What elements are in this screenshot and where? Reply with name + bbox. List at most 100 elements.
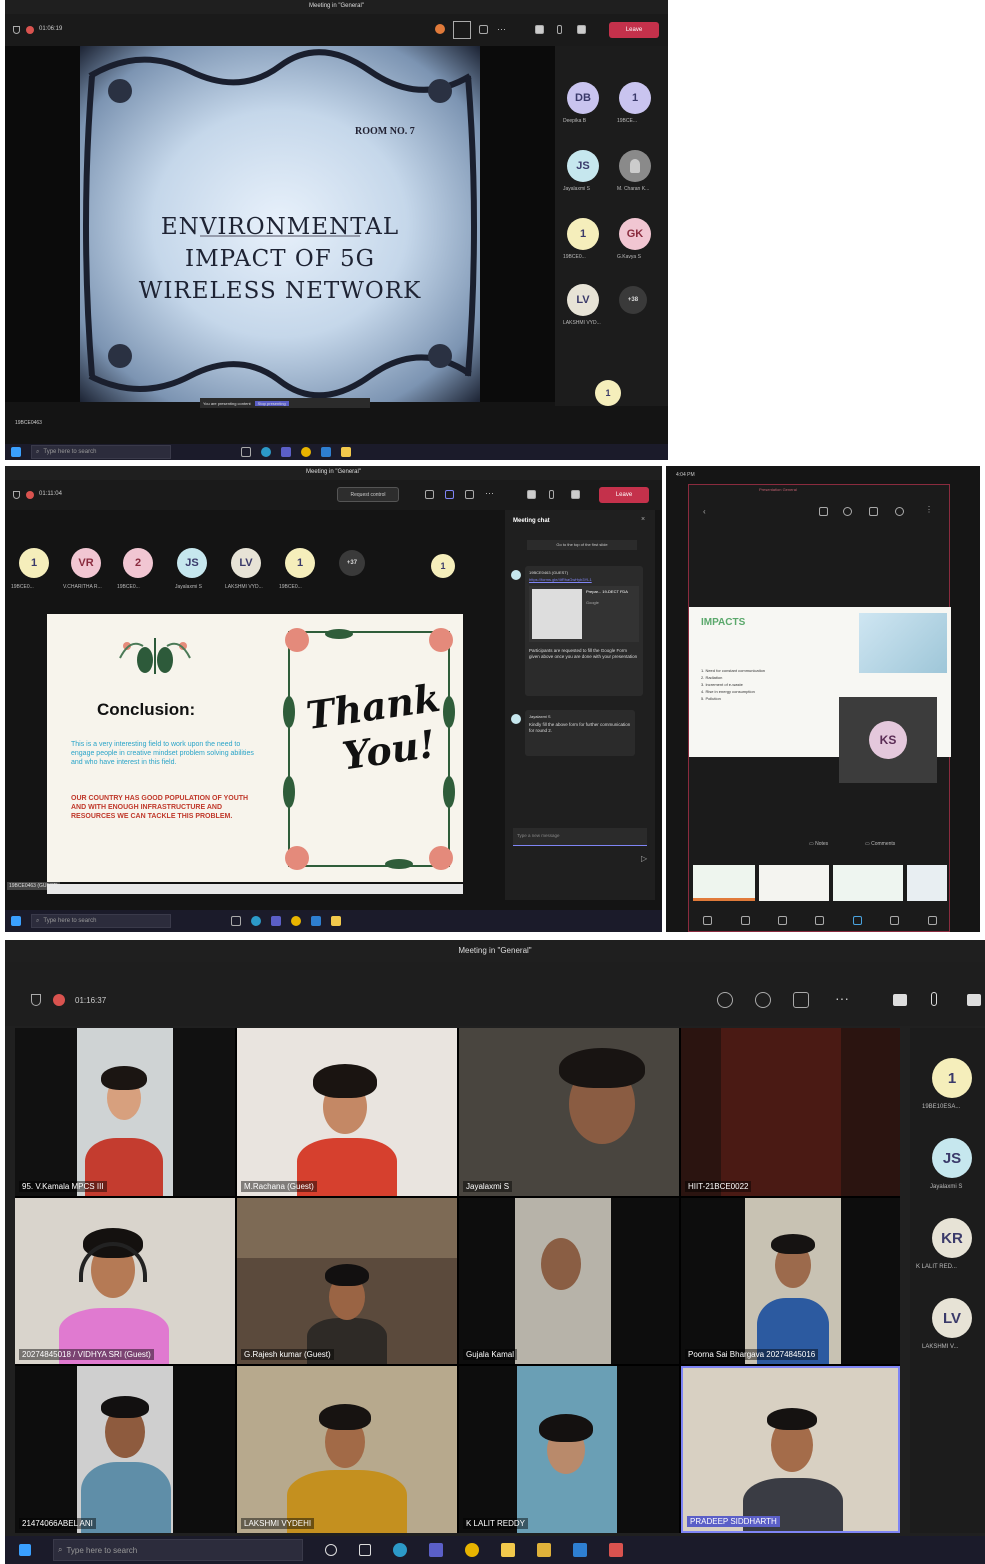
mic-icon[interactable] <box>819 507 828 516</box>
search-input[interactable]: ⌕ Type here to search <box>31 914 171 928</box>
chat-compose-input[interactable]: Type a new message <box>513 828 647 846</box>
camera-icon[interactable] <box>535 25 544 34</box>
pen-icon[interactable] <box>869 507 878 516</box>
teams-icon[interactable] <box>429 1543 443 1557</box>
teams-icon[interactable] <box>271 916 281 926</box>
slides-icon[interactable] <box>703 915 713 925</box>
store-icon[interactable] <box>573 1543 587 1557</box>
teams-icon[interactable] <box>281 447 291 457</box>
people-icon[interactable] <box>717 992 733 1008</box>
video-tile[interactable]: 20274845018 / VIDHYA SRI (Guest) <box>15 1198 235 1364</box>
participant-avatar-js[interactable]: JS <box>177 548 207 578</box>
video-tile[interactable]: Poorna Sai Bhargava 20274845016 <box>681 1198 900 1364</box>
video-tile[interactable]: Jayalaxmi S <box>459 1028 679 1196</box>
share-icon[interactable] <box>967 994 981 1006</box>
office-icon[interactable] <box>609 1543 623 1557</box>
file-explorer-icon[interactable] <box>331 916 341 926</box>
edge-icon[interactable] <box>261 447 271 457</box>
participant-avatar-2[interactable]: 2 <box>123 548 153 578</box>
mic-icon[interactable] <box>931 992 937 1006</box>
reactions-icon[interactable] <box>465 490 474 499</box>
store-icon[interactable] <box>311 916 321 926</box>
more-icon[interactable]: ··· <box>485 488 494 498</box>
self-avatar[interactable]: 1 <box>595 380 621 406</box>
chat-icon[interactable] <box>445 490 454 499</box>
overflow-participants[interactable]: +37 <box>339 550 365 576</box>
more-icon[interactable]: ··· <box>497 24 506 34</box>
message-link[interactable]: https://forms.gle/4tRhaGwHyb3YL1 <box>529 577 639 582</box>
video-tile[interactable]: 95. V.Kamala MPCS III <box>15 1028 235 1196</box>
search-input[interactable]: ⌕ Type here to search <box>31 445 171 459</box>
roster-avatar-js[interactable]: JS <box>932 1138 972 1178</box>
roster-avatar-lv[interactable]: LV <box>932 1298 972 1338</box>
people-icon[interactable] <box>435 24 445 34</box>
windows-start-icon[interactable] <box>11 916 21 926</box>
jump-to-slide[interactable]: Go to the top of the first slide <box>527 540 637 550</box>
video-tile[interactable]: LAKSHMI VYDEHI <box>237 1366 457 1533</box>
send-icon[interactable]: ▷ <box>641 854 647 863</box>
participant-avatar-db[interactable]: DB <box>567 82 599 114</box>
chat-icon[interactable] <box>740 915 750 925</box>
mic-icon[interactable] <box>549 490 554 499</box>
search-input[interactable]: ⌕ Type here to search <box>53 1539 303 1561</box>
participant-avatar-gk[interactable]: GK <box>619 218 651 250</box>
video-tile[interactable]: K LALIT REDDY <box>459 1366 679 1533</box>
slide-thumbnail[interactable] <box>833 865 903 901</box>
mic-icon[interactable] <box>557 25 562 34</box>
reactions-icon[interactable] <box>479 25 488 34</box>
task-view-icon[interactable] <box>231 916 241 926</box>
participant-avatar-js[interactable]: JS <box>567 150 599 182</box>
layout-icon[interactable] <box>890 915 900 925</box>
slide-thumbnail[interactable] <box>759 865 829 901</box>
image-icon[interactable] <box>815 915 825 925</box>
camera-icon[interactable] <box>893 994 907 1006</box>
video-tile[interactable]: 21474066ABEL ANI <box>15 1366 235 1533</box>
windows-start-icon[interactable] <box>19 1544 31 1556</box>
reactions-icon[interactable] <box>793 992 809 1008</box>
more-icon[interactable]: ··· <box>835 990 849 1006</box>
notes-button[interactable]: ▭ Notes <box>809 841 828 847</box>
edge-icon[interactable] <box>251 916 261 926</box>
roster-avatar-1[interactable]: 1 <box>932 1058 972 1098</box>
shapes-icon[interactable] <box>852 915 862 925</box>
stop-presenting-button[interactable]: Stop presenting <box>254 400 289 406</box>
video-tile[interactable]: HIIT-21BCE0022 <box>681 1028 900 1196</box>
task-view-icon[interactable] <box>241 447 251 457</box>
chrome-icon[interactable] <box>301 447 311 457</box>
request-control-button[interactable]: Request control <box>337 487 399 502</box>
participant-avatar-lv[interactable]: LV <box>567 284 599 316</box>
people-icon[interactable] <box>425 490 434 499</box>
windows-start-icon[interactable] <box>11 447 21 457</box>
video-tile[interactable]: G.Rajesh kumar (Guest) <box>237 1198 457 1364</box>
self-avatar[interactable]: 1 <box>431 554 455 578</box>
edge-icon[interactable] <box>393 1543 407 1557</box>
file-explorer-icon[interactable] <box>341 447 351 457</box>
video-tile[interactable]: Gujala Kamal <box>459 1198 679 1364</box>
video-tile-active-speaker[interactable]: PRADEEP SIDDHARTH <box>681 1366 900 1533</box>
participant-avatar-1b[interactable]: 1 <box>567 218 599 250</box>
store-icon[interactable] <box>321 447 331 457</box>
participant-avatar-1[interactable]: 1 <box>619 82 651 114</box>
participant-avatar-vr[interactable]: VR <box>71 548 101 578</box>
grid-icon[interactable] <box>778 915 788 925</box>
camera-icon[interactable] <box>527 490 536 499</box>
comments-button[interactable]: ▭ Comments <box>865 841 895 847</box>
close-icon[interactable]: × <box>641 516 645 523</box>
video-tile[interactable]: M.Rachana (Guest) <box>237 1028 457 1196</box>
undo-icon[interactable] <box>895 507 904 516</box>
participant-avatar-1b[interactable]: 1 <box>285 548 315 578</box>
share-icon[interactable] <box>927 915 937 925</box>
more-icon[interactable]: ⋮ <box>925 505 933 514</box>
chat-icon[interactable] <box>453 21 471 39</box>
cortana-icon[interactable] <box>325 1544 337 1556</box>
share-icon[interactable] <box>571 490 580 499</box>
chat-icon[interactable] <box>755 992 771 1008</box>
task-view-icon[interactable] <box>359 1544 371 1556</box>
slide-thumbnail[interactable] <box>907 865 947 901</box>
file-explorer-icon[interactable] <box>537 1543 551 1557</box>
participant-avatar-lv[interactable]: LV <box>231 548 261 578</box>
leave-button[interactable]: Leave <box>599 487 649 503</box>
search-icon[interactable] <box>843 507 852 516</box>
participant-photo-avatar[interactable] <box>619 150 651 182</box>
overflow-participants[interactable]: +38 <box>619 286 647 314</box>
